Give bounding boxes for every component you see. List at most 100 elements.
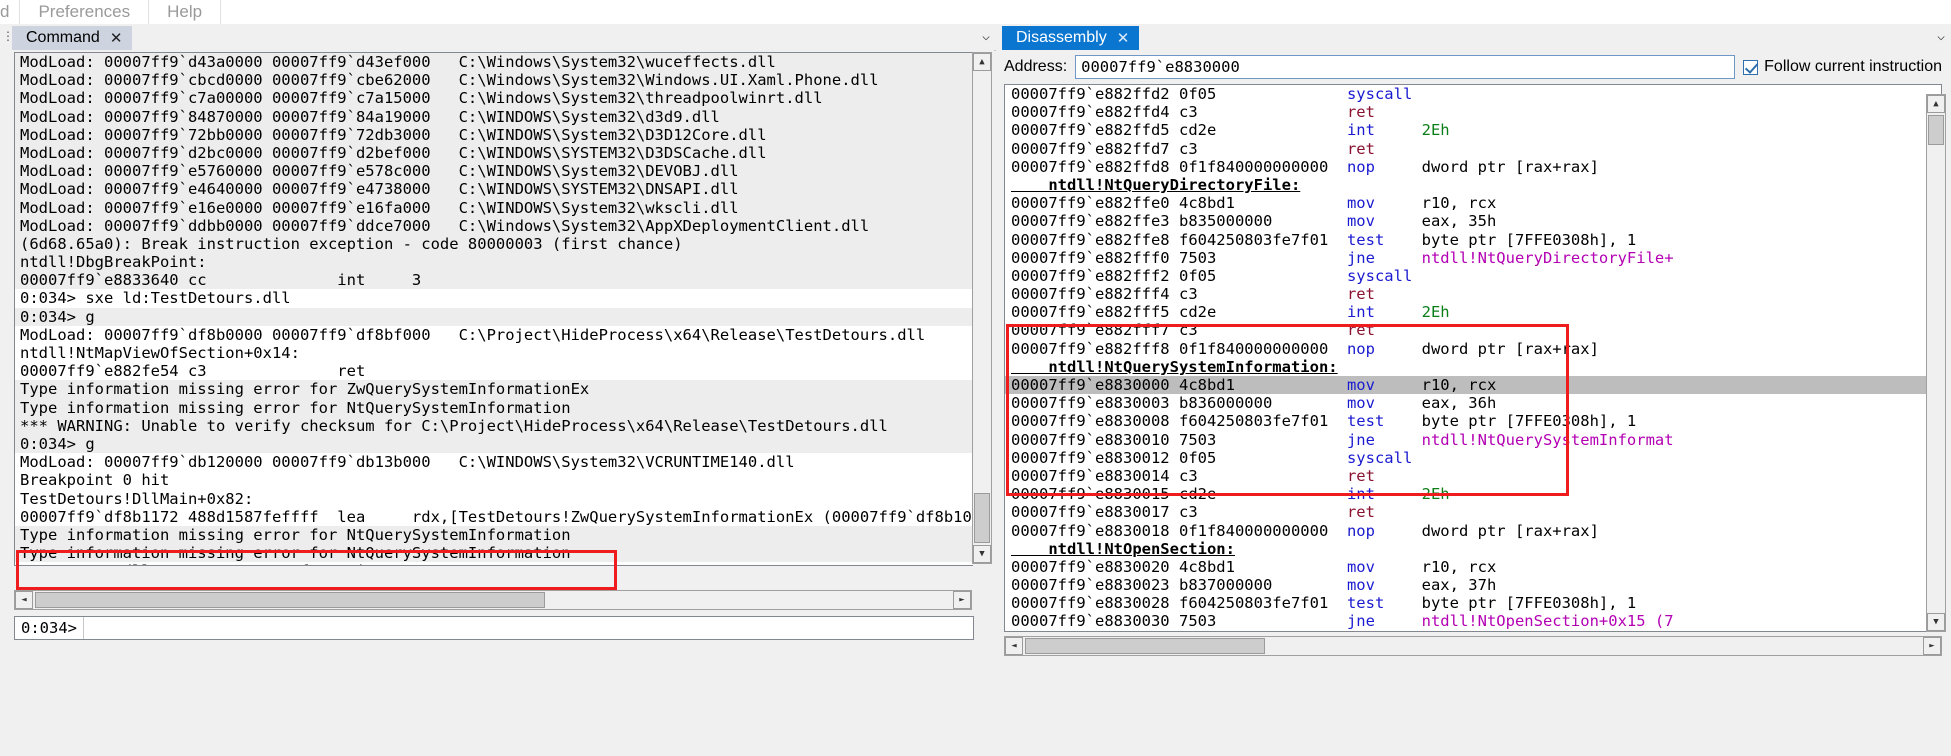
command-horizontal-scrollbar[interactable]: ◄ ► — [14, 590, 972, 610]
disassembly-vertical-scrollbar[interactable]: ▲ ▼ — [1926, 94, 1946, 632]
instruction-bytes: 0f1f840000000000 — [1178, 521, 1347, 540]
instruction-address: 00007ff9`e882ffd5 — [1011, 121, 1179, 140]
symbol-name: ntdll!NtQuerySystemInformation: — [1011, 357, 1338, 376]
instruction-bytes: c3 — [1178, 503, 1347, 522]
command-log-line: ModLoad: 00007ff9`ddbb0000 00007ff9`ddce… — [15, 216, 973, 235]
command-log-line: 00007ff9`df8b1172 488d1587feffff lea rdx… — [15, 507, 973, 526]
address-input[interactable] — [1075, 55, 1736, 79]
command-log-line: 0:034> g — [15, 307, 973, 326]
instruction-mnemonic: ret — [1346, 321, 1422, 340]
command-log-line: ModLoad: 00007ff9`e4640000 00007ff9`e473… — [15, 180, 973, 199]
disassembly-line: 00007ff9`e8830030 7503 jne ntdll!NtOpenS… — [1005, 612, 1941, 630]
scroll-up-arrow-icon[interactable]: ▲ — [1927, 95, 1945, 113]
instruction-bytes: cd2e — [1178, 485, 1347, 504]
command-log-line: 0:034> x ntdll!ZwQuerySystemInformation — [15, 562, 973, 565]
follow-current-instruction-checkbox[interactable]: Follow current instruction — [1743, 58, 1942, 76]
disassembly-line: 00007ff9`e882ffe3 b835000000 mov eax, 35… — [1005, 212, 1941, 230]
instruction-address: 00007ff9`e8830023 — [1011, 576, 1179, 595]
close-icon[interactable]: ✕ — [110, 29, 123, 47]
disassembly-line: 00007ff9`e8830018 0f1f840000000000 nop d… — [1005, 522, 1941, 540]
command-vertical-scrollbar[interactable]: ▲ ▼ — [972, 52, 992, 564]
menu-item-help[interactable]: Help — [149, 0, 222, 24]
chevron-down-icon[interactable]: ⌵ — [1937, 29, 1945, 44]
scroll-up-arrow-icon[interactable]: ▲ — [973, 53, 991, 71]
disassembly-horizontal-scrollbar[interactable]: ◄ ► — [1004, 636, 1942, 656]
command-log-line: 00007ff9`e8833640 cc int 3 — [15, 271, 973, 290]
menu-item-preferences[interactable]: Preferences — [20, 0, 150, 24]
instruction-address: 00007ff9`e882ffe8 — [1011, 230, 1179, 249]
instruction-address: 00007ff9`e882ffe0 — [1011, 194, 1179, 213]
disassembly-line: 00007ff9`e8830003 b836000000 mov eax, 36… — [1005, 394, 1941, 412]
instruction-mnemonic: ret — [1346, 285, 1422, 304]
instruction-operands: eax, 36h — [1421, 394, 1497, 413]
instruction-address: 00007ff9`e8830014 — [1011, 466, 1179, 485]
command-input-bar[interactable]: 0:034> — [14, 616, 974, 640]
instruction-address: 00007ff9`e882ffd8 — [1011, 157, 1179, 176]
command-output-log[interactable]: ModLoad: 00007ff9`d43a0000 00007ff9`d43e… — [14, 52, 973, 566]
checkmark-icon[interactable] — [1743, 59, 1759, 75]
instruction-bytes: 0f05 — [1178, 85, 1347, 103]
menu-item-spacer — [221, 0, 1951, 24]
command-log-line: ModLoad: 00007ff9`72bb0000 00007ff9`72db… — [15, 125, 973, 144]
scroll-down-arrow-icon[interactable]: ▼ — [973, 545, 991, 563]
instruction-operands: dword ptr [rax+rax] — [1421, 157, 1599, 176]
disassembly-line: 00007ff9`e8830000 4c8bd1 mov r10, rcx — [1005, 376, 1941, 395]
address-label: Address: — [1004, 58, 1068, 75]
tab-command[interactable]: Command ✕ — [12, 26, 133, 50]
instruction-operands: ntdll!NtQuerySystemInformat — [1421, 430, 1674, 449]
command-log-line: Type information missing error for NtQue… — [15, 525, 973, 545]
disassembly-line: 00007ff9`e882ffd7 c3 ret — [1005, 140, 1941, 158]
scroll-down-arrow-icon[interactable]: ▼ — [1927, 613, 1945, 631]
command-input[interactable] — [84, 616, 973, 640]
instruction-operands: eax, 35h — [1421, 212, 1497, 231]
command-log-line: ModLoad: 00007ff9`d43a0000 00007ff9`d43e… — [15, 53, 973, 72]
instruction-mnemonic: test — [1346, 230, 1422, 249]
command-log-line: Type information missing error for NtQue… — [15, 398, 973, 417]
tab-command-label: Command — [26, 29, 100, 46]
instruction-bytes: b837000000 — [1178, 576, 1347, 595]
close-icon[interactable]: ✕ — [1117, 29, 1130, 47]
scroll-right-arrow-icon[interactable]: ► — [953, 591, 971, 609]
chevron-down-icon[interactable]: ⌵ — [982, 29, 990, 44]
instruction-bytes: 4c8bd1 — [1178, 194, 1347, 213]
disassembly-line: 00007ff9`e882fff4 c3 ret — [1005, 285, 1941, 303]
command-scroll-thumb[interactable] — [974, 493, 990, 543]
command-log-line: ModLoad: 00007ff9`d2bc0000 00007ff9`d2be… — [15, 143, 973, 163]
menu-item-clipped[interactable]: d — [0, 0, 21, 24]
disassembly-hscroll-thumb[interactable] — [1025, 638, 1265, 654]
disassembly-scroll-thumb[interactable] — [1928, 115, 1944, 145]
instruction-address: 00007ff9`e882fff8 — [1011, 339, 1179, 358]
disassembly-listing[interactable]: 00007ff9`e882ffd2 0f05 syscall 00007ff9`… — [1004, 84, 1942, 632]
scroll-right-arrow-icon[interactable]: ► — [1923, 637, 1941, 655]
instruction-address: 00007ff9`e8830003 — [1011, 394, 1179, 413]
instruction-address: 00007ff9`e882ffd7 — [1011, 139, 1179, 158]
tab-disassembly[interactable]: Disassembly ✕ — [1002, 26, 1140, 50]
instruction-address: 00007ff9`e8830012 — [1011, 448, 1179, 467]
symbol-name: ntdll!NtOpenSection: — [1011, 539, 1235, 558]
instruction-address: 00007ff9`e8830018 — [1011, 521, 1179, 540]
command-log-line: Type information missing error for ZwQue… — [15, 380, 973, 399]
instruction-mnemonic: nop — [1346, 157, 1422, 176]
instruction-mnemonic: syscall — [1346, 448, 1422, 467]
command-hscroll-thumb[interactable] — [35, 592, 545, 608]
scroll-left-arrow-icon[interactable]: ◄ — [1005, 637, 1023, 655]
instruction-operands: dword ptr [rax+rax] — [1421, 521, 1599, 540]
instruction-operands: 2Eh — [1421, 485, 1450, 504]
instruction-mnemonic: nop — [1346, 521, 1422, 540]
scroll-left-arrow-icon[interactable]: ◄ — [15, 591, 33, 609]
disassembly-line: 00007ff9`e8830010 7503 jne ntdll!NtQuery… — [1005, 431, 1941, 449]
instruction-mnemonic: nop — [1346, 339, 1422, 358]
disassembly-line: 00007ff9`e8830028 f604250803fe7f01 test … — [1005, 594, 1941, 612]
instruction-bytes: 0f05 — [1178, 448, 1347, 467]
instruction-mnemonic: mov — [1346, 376, 1422, 394]
instruction-mnemonic: test — [1346, 412, 1422, 431]
instruction-mnemonic: jne — [1346, 612, 1422, 631]
instruction-bytes: f604250803fe7f01 — [1178, 230, 1347, 249]
instruction-address: 00007ff9`e8830017 — [1011, 503, 1179, 522]
disassembly-line: 00007ff9`e8830023 b837000000 mov eax, 37… — [1005, 576, 1941, 594]
instruction-mnemonic: syscall — [1346, 266, 1422, 285]
instruction-address: 00007ff9`e882fff2 — [1011, 266, 1179, 285]
instruction-bytes: c3 — [1178, 466, 1347, 485]
instruction-mnemonic: int — [1346, 485, 1422, 504]
instruction-bytes: f604250803fe7f01 — [1178, 594, 1347, 613]
